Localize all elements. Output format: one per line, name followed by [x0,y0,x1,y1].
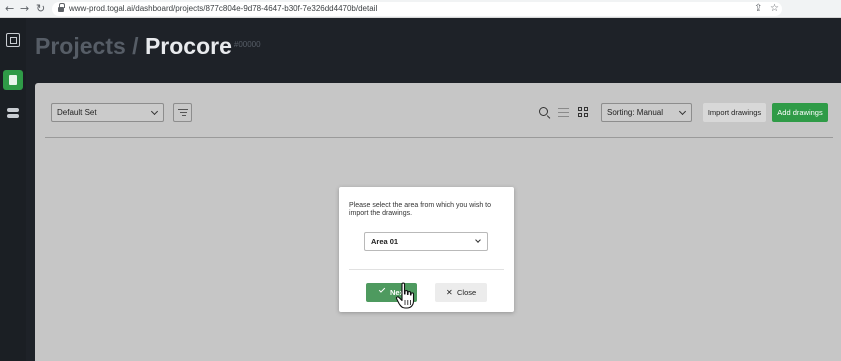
drawing-set-select[interactable]: Default Set [51,103,164,122]
chevron-down-icon [150,107,159,116]
area-select[interactable]: Area 01 [364,232,488,251]
hand-pointer-icon [395,282,415,309]
chevron-down-icon [475,237,481,243]
browser-toolbar: ← → ↻ www-prod.togal.ai/dashboard/projec… [0,0,841,18]
breadcrumb-separator: / [132,33,139,59]
toggles-icon[interactable] [7,107,19,119]
bookmark-star-icon[interactable]: ☆ [770,2,779,16]
chevron-down-icon [678,107,687,116]
import-drawings-button[interactable]: Import drawings [703,103,766,122]
sorting-value: Sorting: Manual [607,108,664,117]
modal-divider [349,269,504,270]
reload-icon[interactable]: ↻ [36,2,45,16]
document-icon[interactable] [3,70,23,90]
search-icon[interactable] [539,107,548,116]
project-code: #00000 [233,39,261,49]
close-button[interactable]: ✕ Close [435,283,487,302]
add-drawings-button[interactable]: Add drawings [772,103,828,122]
area-select-value: Area 01 [371,237,399,246]
filter-icon-line [180,112,187,114]
modal-message: Please select the area from which you wi… [349,202,492,217]
grid-view-icon[interactable] [578,107,589,118]
back-arrow-icon[interactable]: ← [5,2,14,16]
list-view-icon[interactable] [558,108,569,117]
import-area-modal: Please select the area from which you wi… [339,187,514,312]
filter-button[interactable] [173,103,192,122]
toolbar-divider [45,137,833,138]
page-title: Projects / Procore #00000 [35,32,261,62]
close-button-label: Close [457,288,477,297]
crop-frame-icon[interactable] [6,33,20,47]
filter-icon [178,109,188,111]
drawing-set-value: Default Set [57,108,97,117]
check-icon [378,286,386,293]
forward-arrow-icon[interactable]: → [20,2,29,16]
close-icon: ✕ [446,288,453,297]
address-bar[interactable]: www-prod.togal.ai/dashboard/projects/877… [52,2,782,16]
url-text: www-prod.togal.ai/dashboard/projects/877… [69,4,378,13]
project-name: Procore [144,33,232,59]
breadcrumb-projects[interactable]: Projects [35,33,126,59]
share-icon[interactable]: ⇪ [754,2,762,16]
filter-icon-line [182,115,186,117]
sorting-select[interactable]: Sorting: Manual [601,103,692,122]
lock-icon [58,3,65,12]
